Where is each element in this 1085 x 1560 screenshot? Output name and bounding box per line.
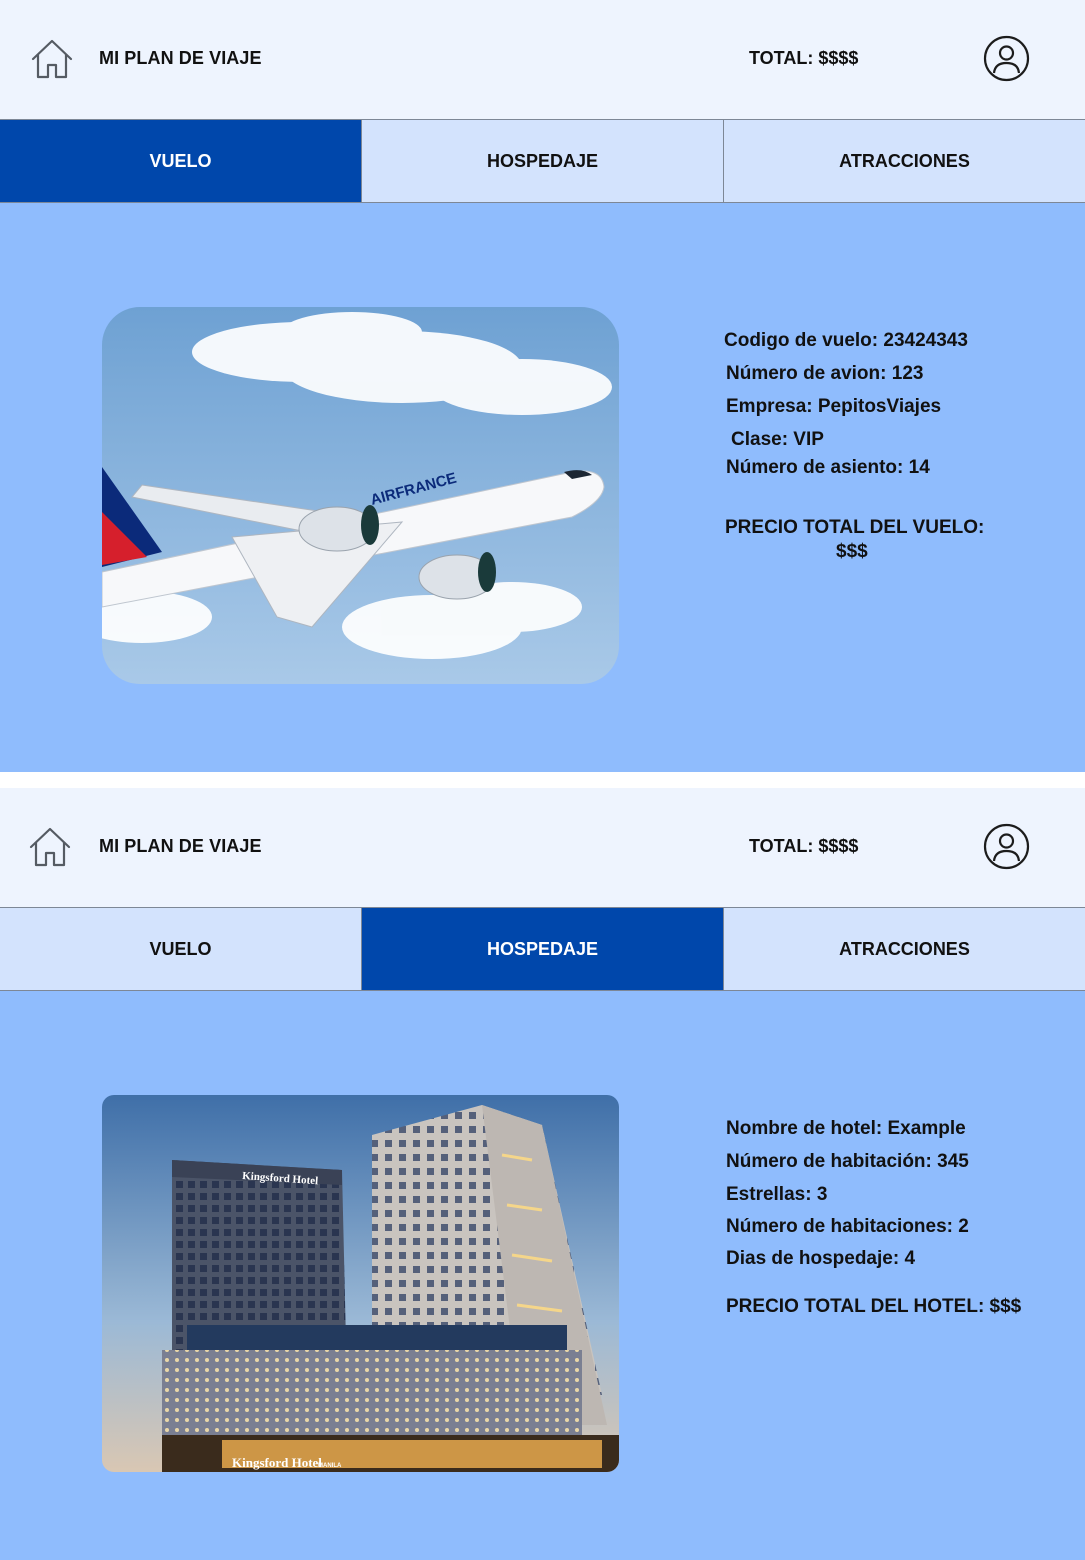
rooms-count: Número de habitaciones: 2 <box>726 1216 969 1237</box>
screen-hospedaje: MI PLAN DE VIAJE TOTAL: $$$$ VUELO HOSPE… <box>0 788 1085 1560</box>
tab-bar: VUELO HOSPEDAJE ATRACCIONES <box>0 907 1085 991</box>
tab-atracciones[interactable]: ATRACCIONES <box>724 908 1085 990</box>
tab-vuelo[interactable]: VUELO <box>0 908 362 990</box>
tab-bar: VUELO HOSPEDAJE ATRACCIONES <box>0 119 1085 203</box>
top-header: MI PLAN DE VIAJE TOTAL: $$$$ <box>0 0 1085 119</box>
stay-days: Dias de hospedaje: 4 <box>726 1248 916 1269</box>
tab-atracciones[interactable]: ATRACCIONES <box>724 120 1085 202</box>
top-header: MI PLAN DE VIAJE TOTAL: $$$$ <box>0 788 1085 907</box>
app-title: MI PLAN DE VIAJE <box>99 48 262 68</box>
trip-total: TOTAL: $$$$ <box>749 48 859 68</box>
user-avatar-icon[interactable] <box>983 823 1030 870</box>
room-number: Número de habitación: 345 <box>726 1151 969 1172</box>
screen-vuelo: MI PLAN DE VIAJE TOTAL: $$$$ VUELO HOSPE… <box>0 0 1085 772</box>
trip-total: TOTAL: $$$$ <box>749 836 859 856</box>
flight-price-value: $$$ <box>836 541 868 562</box>
home-icon[interactable] <box>28 826 72 868</box>
flight-class: Clase: VIP <box>731 429 824 450</box>
user-avatar-icon[interactable] <box>983 35 1030 82</box>
seat-number: Número de asiento: 14 <box>726 457 930 478</box>
hotel-price: PRECIO TOTAL DEL HOTEL: $$$ <box>726 1296 1022 1317</box>
hotel-stars: Estrellas: 3 <box>726 1184 828 1205</box>
flight-content: AIRFRANCE Codigo de vuelo: 23424343 Núme… <box>0 203 1085 772</box>
tab-hospedaje[interactable]: HOSPEDAJE <box>362 908 724 990</box>
flight-price-label: PRECIO TOTAL DEL VUELO: <box>725 517 985 538</box>
plane-number: Número de avion: 123 <box>726 363 924 384</box>
hotel-content: Kingsford Hotel Kingsford Hotel MANILA N… <box>0 991 1085 1560</box>
app-title: MI PLAN DE VIAJE <box>99 836 262 856</box>
hotel-name: Nombre de hotel: Example <box>726 1118 966 1139</box>
tab-vuelo[interactable]: VUELO <box>0 120 362 202</box>
flight-code: Codigo de vuelo: 23424343 <box>724 330 968 351</box>
flight-details: Codigo de vuelo: 23424343 Número de avio… <box>0 203 1085 772</box>
airline-company: Empresa: PepitosViajes <box>726 396 942 417</box>
home-icon[interactable] <box>30 38 74 80</box>
hotel-details: Nombre de hotel: Example Número de habit… <box>0 991 1085 1560</box>
tab-hospedaje[interactable]: HOSPEDAJE <box>362 120 724 202</box>
